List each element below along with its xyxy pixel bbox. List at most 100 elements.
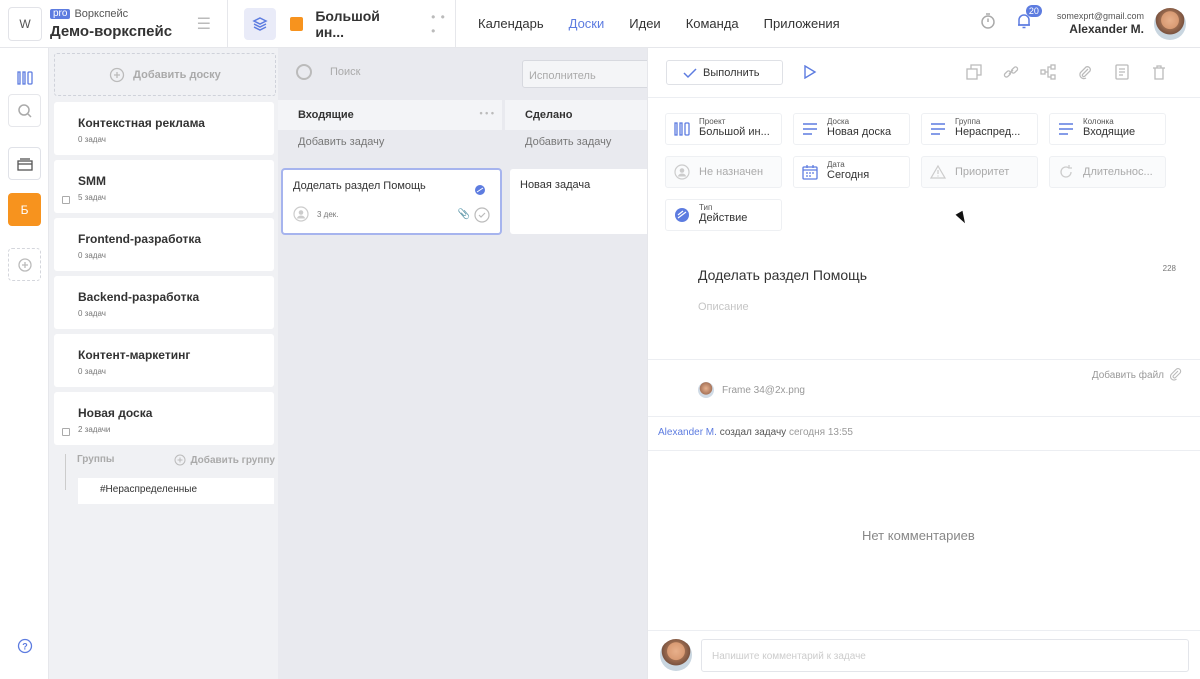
- duration-field[interactable]: Длительнос...: [1049, 156, 1166, 188]
- paperclip-icon: [1170, 368, 1182, 381]
- no-comments-text: Нет комментариев: [862, 528, 975, 543]
- nav-team[interactable]: Команда: [686, 16, 739, 31]
- copy-icon[interactable]: [966, 64, 982, 85]
- boards-view-icon[interactable]: [8, 61, 41, 94]
- add-task-button[interactable]: Добавить задачу: [298, 136, 384, 148]
- divider: [648, 97, 1200, 98]
- action-type-icon: [673, 207, 691, 223]
- nav-boards[interactable]: Доски: [569, 16, 605, 31]
- add-board-icon: [110, 67, 125, 82]
- add-group-button[interactable]: Добавить группу: [174, 454, 275, 466]
- add-file-label: Добавить файл: [1091, 369, 1164, 381]
- board-item[interactable]: SMM 5 задач: [54, 160, 274, 213]
- user-placeholder-icon: [673, 164, 691, 180]
- file-name: Frame 34@2x.png: [722, 384, 805, 396]
- task-card[interactable]: Новая задача: [510, 169, 650, 234]
- board-item[interactable]: Frontend-разработка 0 задач: [54, 218, 274, 271]
- assignee-field[interactable]: Не назначен: [665, 156, 782, 188]
- nav-ideas[interactable]: Идеи: [629, 16, 660, 31]
- project-b-button[interactable]: Б: [8, 193, 41, 226]
- board-count: 0 задач: [78, 309, 106, 318]
- add-group-label: Добавить группу: [190, 454, 275, 466]
- search-icon: [296, 64, 312, 80]
- field-label: Тип: [699, 203, 713, 213]
- attachment-icon[interactable]: [1077, 64, 1093, 85]
- svg-text:?: ?: [22, 641, 28, 651]
- board-search[interactable]: Поиск: [296, 64, 360, 80]
- board-item[interactable]: Backend-разработка 0 задач: [54, 276, 274, 329]
- more-dots-icon[interactable]: • • •: [431, 10, 455, 38]
- board-area: Поиск Исполнитель Входящие • • • Сделано…: [278, 48, 652, 679]
- main-nav: Календарь Доски Идеи Команда Приложения: [456, 0, 865, 48]
- task-card[interactable]: Доделать раздел Помощь 3 дек. 📎: [281, 168, 502, 235]
- layers-icon[interactable]: [244, 7, 276, 40]
- lock-icon: [62, 428, 70, 436]
- workspace-name[interactable]: Демо-воркспейс: [50, 24, 172, 39]
- play-icon[interactable]: [803, 65, 817, 79]
- complete-check-icon[interactable]: [474, 207, 490, 223]
- assignee-filter[interactable]: Исполнитель: [522, 60, 652, 88]
- notifications-bell-icon[interactable]: 20: [1015, 5, 1042, 35]
- board-count: 2 задачи: [78, 425, 111, 434]
- column-field[interactable]: Колонка Входящие: [1049, 113, 1166, 145]
- inbox-icon[interactable]: [8, 147, 41, 180]
- search-icon[interactable]: [8, 94, 41, 127]
- hamburger-menu-icon[interactable]: ☰: [197, 14, 211, 34]
- board-item[interactable]: Новая доска 2 задачи: [54, 392, 274, 445]
- project-field[interactable]: Проект Большой ин...: [665, 113, 782, 145]
- top-bar: W pro Воркспейс Демо-воркспейс ☰ Большой …: [0, 0, 1200, 48]
- trash-icon[interactable]: [1151, 64, 1167, 85]
- board-name: Frontend-разработка: [78, 232, 202, 246]
- user-avatar[interactable]: [1154, 7, 1186, 40]
- field-label: Проект: [699, 117, 726, 127]
- help-icon[interactable]: ?: [8, 629, 41, 662]
- timer-icon[interactable]: [979, 12, 997, 35]
- nav-apps[interactable]: Приложения: [764, 16, 840, 31]
- board-count: 0 задач: [78, 135, 106, 144]
- log-action: создал задачу: [719, 427, 787, 438]
- complete-task-button[interactable]: Выполнить: [666, 60, 783, 85]
- add-project-icon[interactable]: [8, 248, 41, 281]
- top-right: 20 somexprt@gmail.com Alexander M.: [979, 5, 1200, 40]
- board-field[interactable]: Доска Новая доска: [793, 113, 910, 145]
- field-label: Группа: [955, 117, 981, 127]
- add-board-button[interactable]: Добавить доску: [54, 53, 276, 96]
- group-field[interactable]: Группа Нераспред...: [921, 113, 1038, 145]
- workspace-logo[interactable]: W: [8, 6, 42, 41]
- user-info[interactable]: somexprt@gmail.com Alexander M.: [1057, 11, 1144, 36]
- description-input[interactable]: Описание: [698, 301, 749, 313]
- field-value: Большой ин...: [699, 126, 770, 139]
- date-field[interactable]: Дата Сегодня: [793, 156, 910, 188]
- search-placeholder: Поиск: [330, 66, 361, 78]
- workspace-info[interactable]: pro Воркспейс Демо-воркспейс: [50, 8, 172, 39]
- board-item[interactable]: Контекстная реклама 0 задач: [54, 102, 274, 155]
- task-title-input[interactable]: Доделать раздел Помощь: [698, 267, 867, 283]
- priority-field[interactable]: Приоритет: [921, 156, 1038, 188]
- nav-calendar[interactable]: Календарь: [478, 16, 544, 31]
- group-item[interactable]: #Нераспределенные: [78, 478, 274, 504]
- column-title: Входящие: [298, 109, 354, 121]
- project-color-square: [289, 16, 304, 31]
- activity-log: Alexander M. создал задачу сегодня 13:55: [658, 427, 853, 438]
- comment-input[interactable]: Напишите комментарий к задаче: [701, 639, 1189, 672]
- log-user[interactable]: Alexander M.: [658, 427, 717, 438]
- workspace-switcher[interactable]: W pro Воркспейс Демо-воркспейс ☰: [0, 0, 228, 48]
- add-task-button[interactable]: Добавить задачу: [525, 136, 611, 148]
- column-more-icon[interactable]: • • •: [480, 108, 494, 118]
- attached-file[interactable]: Frame 34@2x.png: [698, 382, 805, 398]
- add-file-button[interactable]: Добавить файл: [1092, 368, 1182, 382]
- column-title: Сделано: [525, 109, 573, 121]
- divider: [648, 416, 1200, 417]
- field-value: Нераспред...: [955, 126, 1021, 139]
- groups-label: Группы: [77, 454, 115, 465]
- user-name: Alexander M.: [1069, 21, 1144, 36]
- paperclip-icon: 📎: [457, 209, 470, 220]
- project-name[interactable]: Большой ин...: [315, 8, 411, 40]
- link-icon[interactable]: [1003, 64, 1019, 85]
- project-switcher[interactable]: Большой ин... • • •: [228, 0, 456, 48]
- subtasks-icon[interactable]: [1040, 64, 1056, 85]
- type-field[interactable]: Тип Действие: [665, 199, 782, 231]
- group-lines-icon: [929, 123, 947, 135]
- document-icon[interactable]: [1114, 64, 1130, 85]
- board-item[interactable]: Контент-маркетинг 0 задач: [54, 334, 274, 387]
